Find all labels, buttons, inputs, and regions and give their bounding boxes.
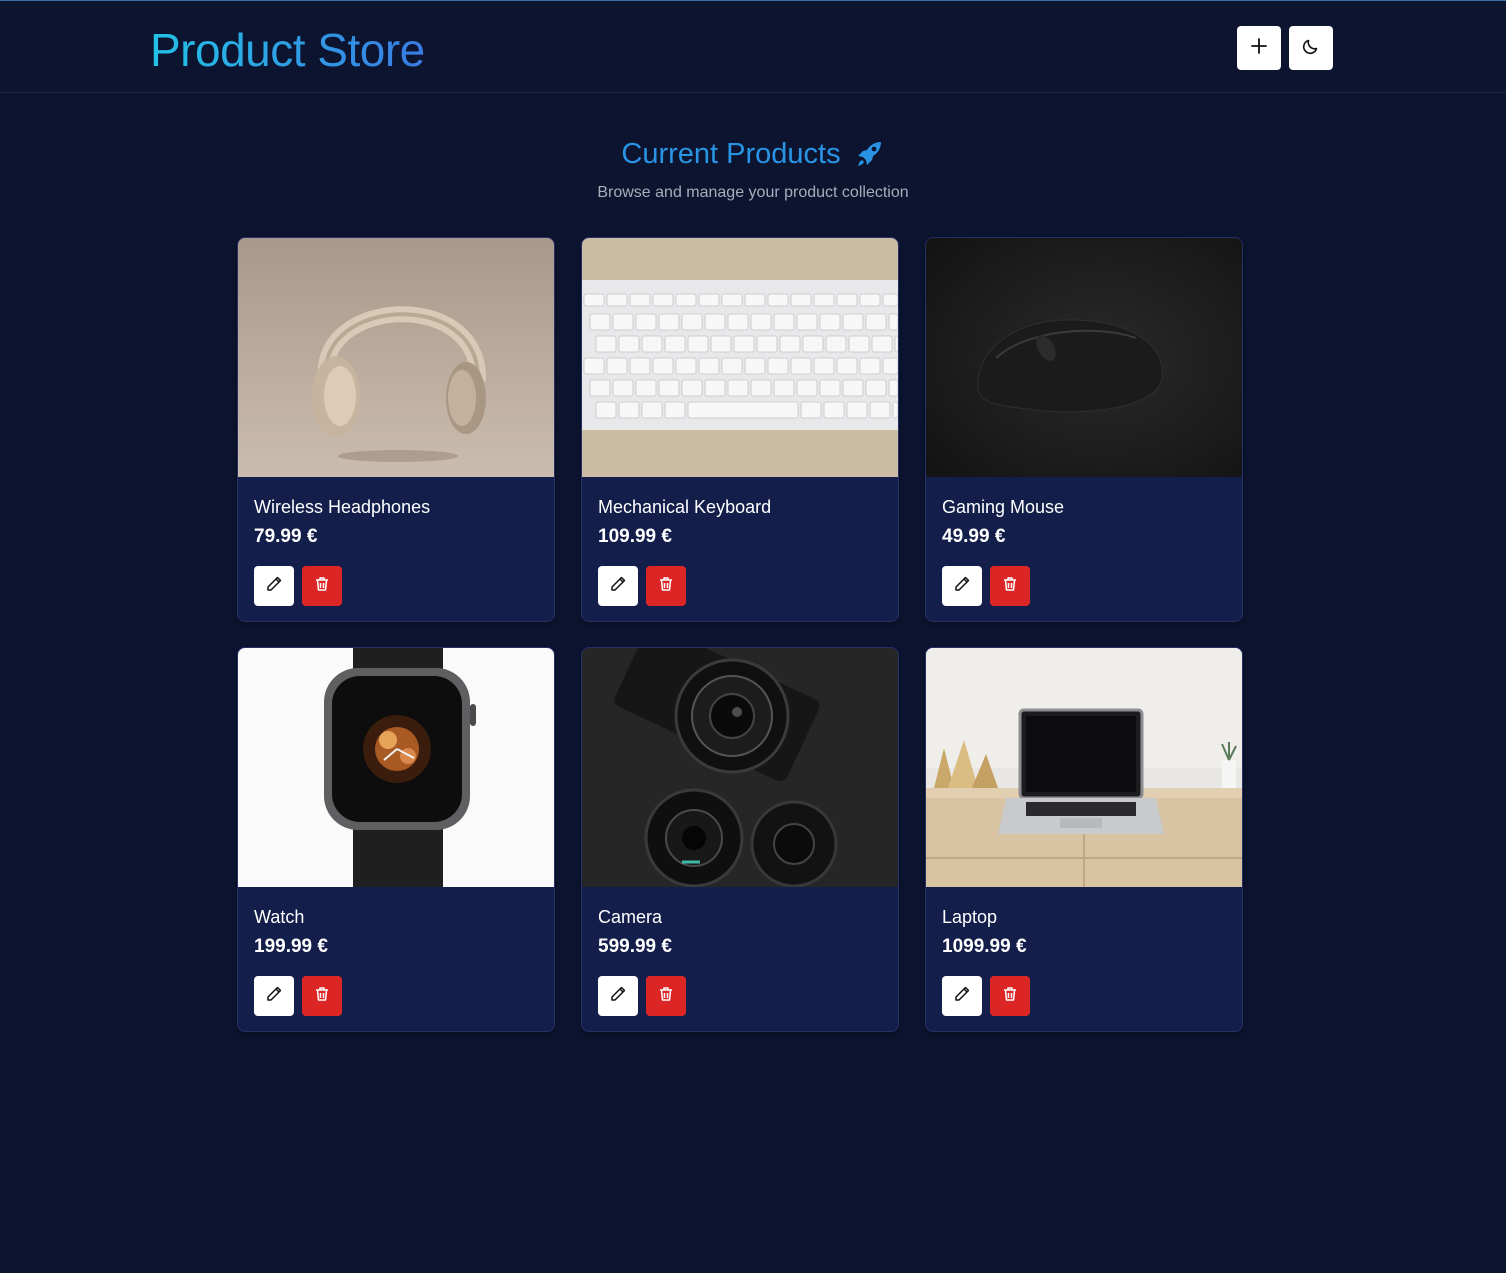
edit-button[interactable] [598,566,638,606]
moon-icon [1301,36,1321,61]
trash-icon [313,985,331,1008]
plus-icon [1250,37,1268,60]
delete-button[interactable] [990,976,1030,1016]
product-name: Gaming Mouse [942,497,1065,517]
theme-toggle-button[interactable] [1289,26,1333,70]
pencil-icon [265,985,283,1008]
rocket-icon [853,138,885,170]
delete-button[interactable] [302,976,342,1016]
product-price: 79.99 € [254,526,318,547]
product-card: Watch 199.99 € [237,647,555,1032]
delete-button[interactable] [646,566,686,606]
pencil-icon [953,985,971,1008]
delete-button[interactable] [646,976,686,1016]
delete-button[interactable] [302,566,342,606]
keyboard-image [582,238,898,477]
edit-button[interactable] [942,976,982,1016]
product-card: Laptop 1099.99 € [925,647,1243,1032]
section-subtitle: Browse and manage your product collectio… [597,184,909,201]
pencil-icon [609,985,627,1008]
trash-icon [657,575,675,598]
trash-icon [1001,575,1019,598]
trash-icon [657,985,675,1008]
headphones-image [238,238,554,477]
brand-title[interactable]: Product Store [150,23,425,77]
section-title: Current Products [621,138,841,170]
section-heading: Current Products [0,136,1506,172]
product-name: Watch [254,907,305,927]
product-name: Laptop [942,907,998,927]
product-card: Camera 599.99 € [581,647,899,1032]
product-card: Wireless Headphones 79.99 € [237,237,555,622]
product-price: 1099.99 € [942,936,1027,957]
add-product-button[interactable] [1237,26,1281,70]
product-price: 49.99 € [942,526,1006,547]
pencil-icon [953,575,971,598]
mouse-image [926,238,1242,477]
product-name: Camera [598,907,663,927]
product-price: 599.99 € [598,936,672,957]
camera-image [582,648,898,887]
product-card: Mechanical Keyboard 109.99 € [581,237,899,622]
navbar: Product Store [0,1,1506,93]
product-name: Mechanical Keyboard [598,497,772,517]
edit-button[interactable] [254,566,294,606]
pencil-icon [609,575,627,598]
edit-button[interactable] [254,976,294,1016]
product-price: 199.99 € [254,936,328,957]
watch-image [238,648,554,887]
product-name: Wireless Headphones [254,497,431,517]
edit-button[interactable] [942,566,982,606]
pencil-icon [265,575,283,598]
edit-button[interactable] [598,976,638,1016]
trash-icon [313,575,331,598]
product-card: Gaming Mouse 49.99 € [925,237,1243,622]
product-price: 109.99 € [598,526,672,547]
trash-icon [1001,985,1019,1008]
delete-button[interactable] [990,566,1030,606]
laptop-image [926,648,1242,887]
